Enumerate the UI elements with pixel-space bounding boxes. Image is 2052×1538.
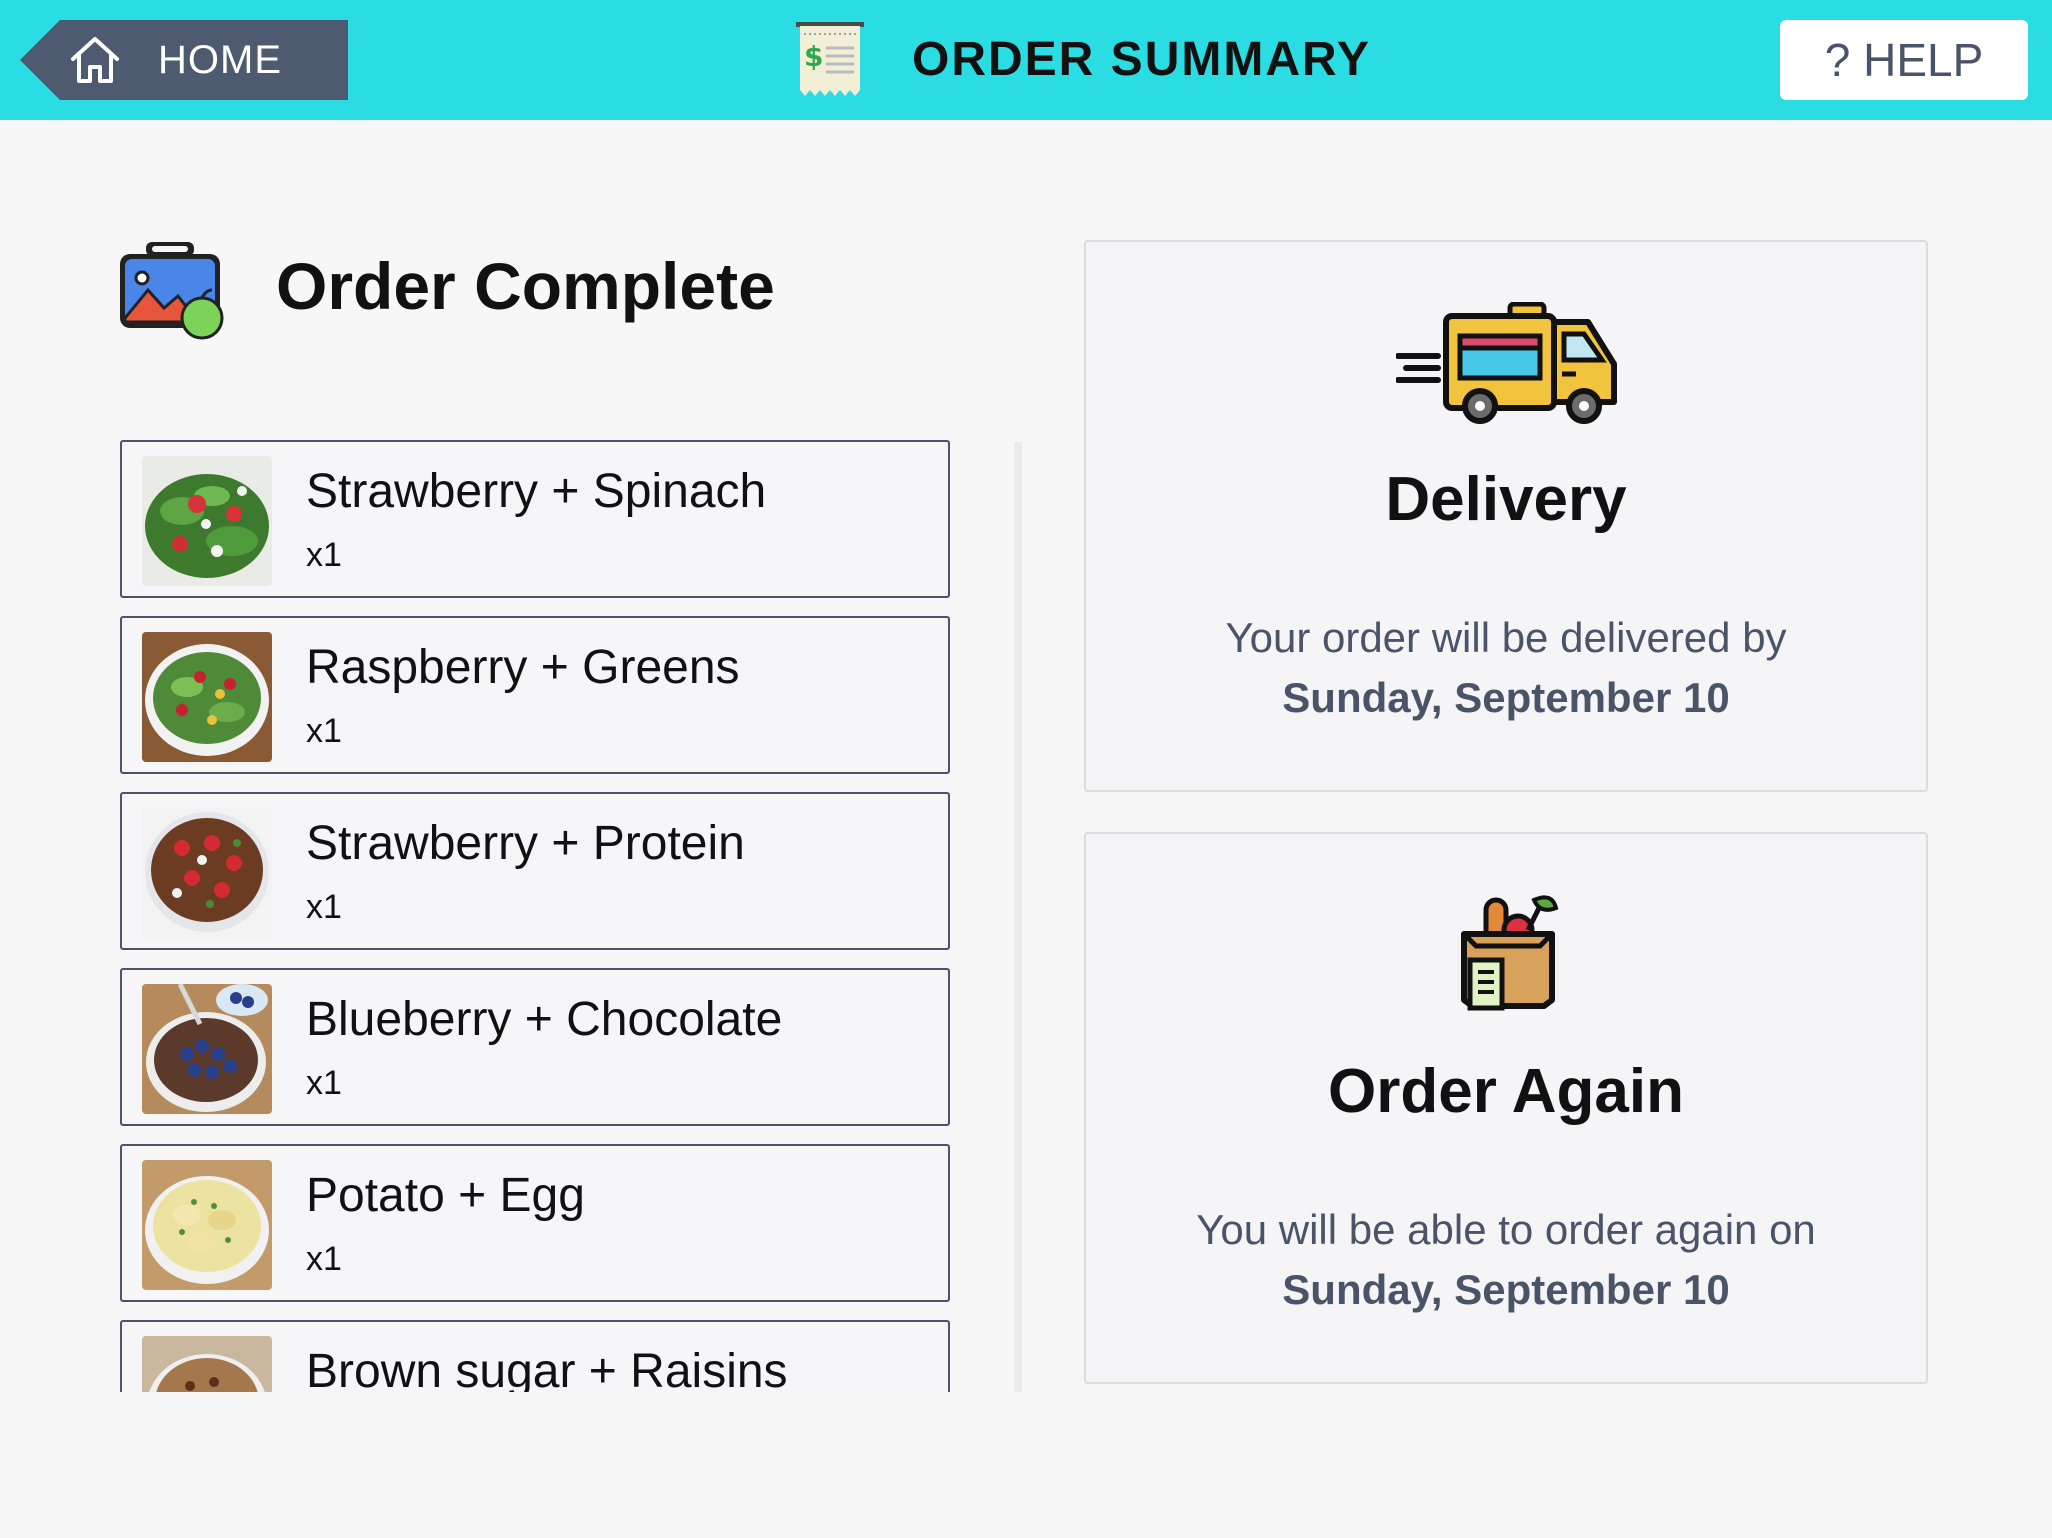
- salad-photo: [142, 456, 272, 586]
- item-quantity: x1: [306, 1240, 342, 1278]
- potato-salad-photo: [142, 1160, 272, 1290]
- order-complete-title: Order Complete: [276, 249, 775, 323]
- delivery-title: Delivery: [1385, 465, 1627, 534]
- lunchbox-icon: [120, 242, 224, 340]
- help-button[interactable]: ? HELP: [1780, 20, 2028, 100]
- order-item: Blueberry + Chocolate x1: [120, 968, 950, 1126]
- item-name: Blueberry + Chocolate: [306, 993, 783, 1046]
- svg-text:$: $: [804, 40, 823, 73]
- delivery-text: Your order will be delivered by: [1225, 614, 1787, 661]
- item-quantity: x1: [306, 536, 342, 574]
- order-items-list[interactable]: Strawberry + Spinach x1 Raspberry + Gree…: [118, 440, 958, 1392]
- item-quantity: x1: [306, 888, 342, 926]
- order-item: Brown sugar + Raisins x1: [120, 1320, 950, 1392]
- delivery-card: Delivery Your order will be delivered by…: [1084, 240, 1928, 792]
- order-item: Raspberry + Greens x1: [120, 616, 950, 774]
- home-label: HOME: [158, 38, 282, 82]
- item-name: Brown sugar + Raisins: [306, 1345, 788, 1392]
- salad-photo: [142, 808, 272, 938]
- item-quantity: x1: [306, 1064, 342, 1102]
- order-again-text: You will be able to order again on: [1196, 1206, 1816, 1253]
- item-name: Strawberry + Spinach: [306, 465, 767, 518]
- home-icon: [71, 37, 119, 83]
- oatmeal-photo: [142, 984, 272, 1114]
- order-item: Strawberry + Spinach x1: [120, 440, 950, 598]
- delivery-date: Sunday, September 10: [1282, 674, 1730, 721]
- salad-photo: [142, 632, 272, 762]
- top-bar: HOME $ ORDER SUMMARY ? HELP: [0, 0, 2052, 120]
- receipt-icon: $: [796, 22, 864, 96]
- delivery-truck-icon: [1396, 302, 1617, 424]
- order-again-title: Order Again: [1328, 1057, 1684, 1126]
- order-item: Potato + Egg x1: [120, 1144, 950, 1302]
- order-again-date: Sunday, September 10: [1282, 1266, 1730, 1313]
- item-name: Potato + Egg: [306, 1169, 585, 1222]
- order-item: Strawberry + Protein x1: [120, 792, 950, 950]
- grocery-bag-icon: [1461, 895, 1559, 1011]
- item-name: Strawberry + Protein: [306, 817, 745, 870]
- home-button[interactable]: HOME: [20, 20, 348, 100]
- list-scrollbar[interactable]: [1014, 442, 1022, 1392]
- oatmeal-photo: [142, 1336, 272, 1392]
- page-title: ORDER SUMMARY: [912, 33, 1371, 86]
- order-again-card: Order Again You will be able to order ag…: [1084, 832, 1928, 1384]
- item-name: Raspberry + Greens: [306, 641, 740, 694]
- item-quantity: x1: [306, 712, 342, 750]
